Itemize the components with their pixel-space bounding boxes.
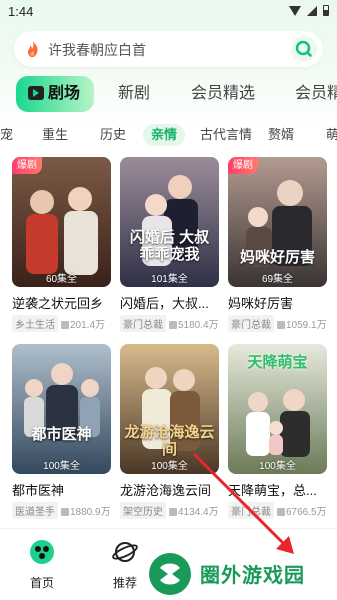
drama-card[interactable]: 都市医神 100集全 都市医神 医道圣手 1880.9万 xyxy=(12,344,111,524)
card-meta: 豪门总裁 5180.4万 xyxy=(120,314,219,332)
tab-label: 会员精 xyxy=(295,85,337,102)
card-meta: 医道圣手 1880.9万 xyxy=(12,501,111,519)
tab-label: 新剧 xyxy=(118,85,151,102)
hot-badge: 爆剧 xyxy=(12,157,42,174)
wifi-icon xyxy=(289,5,301,16)
poster-image[interactable]: 爆剧 60集全 xyxy=(12,157,111,287)
poster-art xyxy=(228,157,327,287)
nav-home[interactable]: 首页 xyxy=(12,539,72,591)
play-icon xyxy=(169,320,177,329)
subcat-item[interactable]: 历史 xyxy=(100,124,126,146)
genre-tag: 医道圣手 xyxy=(12,501,58,519)
poster-text: 闪婚后 大叔乖乖宠我 xyxy=(129,229,210,263)
tab-vip-more[interactable]: 会员精 xyxy=(295,76,337,112)
arrow-annotation xyxy=(192,452,294,554)
play-icon xyxy=(169,507,177,516)
hot-badge: 爆剧 xyxy=(228,157,258,174)
genre-tag: 架空历史 xyxy=(120,501,166,519)
poster-image[interactable]: 闪婚后 大叔乖乖宠我 101集全 xyxy=(120,157,219,287)
tab-label: 剧场 xyxy=(48,85,81,102)
poster-art xyxy=(12,344,111,474)
card-meta: 豪门总裁 1059.1万 xyxy=(228,314,327,332)
watermark-text: 圈外游戏园 xyxy=(200,565,305,587)
tab-theater[interactable]: 剧场 xyxy=(16,76,94,112)
episode-count: 69集全 xyxy=(261,274,294,285)
search-input[interactable]: 许我春朝应白首 xyxy=(48,40,146,60)
view-count: 1059.1万 xyxy=(277,316,327,331)
planet-icon xyxy=(112,542,138,562)
episode-count: 60集全 xyxy=(45,274,78,285)
fire-icon xyxy=(27,40,38,58)
view-count: 1880.9万 xyxy=(61,503,111,518)
watermark-logo-icon xyxy=(149,553,191,595)
search-icon[interactable] xyxy=(291,36,317,62)
subcat-item[interactable]: 宠 xyxy=(0,124,13,146)
drama-card[interactable]: 爆剧 妈咪好厉害 69集全 妈咪好厉害 豪门总裁 1059.1万 xyxy=(228,157,327,337)
subcat-item-active[interactable]: 亲情 xyxy=(143,124,186,146)
status-bar: 1:44 xyxy=(0,0,337,24)
status-icons xyxy=(289,5,329,16)
search-bar[interactable]: 许我春朝应白首 xyxy=(14,31,323,67)
tab-new[interactable]: 新剧 xyxy=(118,76,150,112)
genre-tag: 豪门总裁 xyxy=(120,314,166,332)
subcat-item[interactable]: 赘婿 xyxy=(268,124,294,146)
home-icon xyxy=(30,540,54,564)
episode-count: 100集全 xyxy=(43,461,80,472)
signal-icon xyxy=(307,5,317,16)
tab-vip[interactable]: 会员精选 xyxy=(191,76,255,112)
sub-categories: 宠 重生 历史 亲情 古代言情 赘婿 萌 xyxy=(0,124,337,146)
poster-text: 都市医神 xyxy=(31,426,92,443)
poster-image[interactable]: 爆剧 妈咪好厉害 69集全 xyxy=(228,157,327,287)
drama-card[interactable]: 闪婚后 大叔乖乖宠我 101集全 闪婚后，大叔... 豪门总裁 5180.4万 xyxy=(120,157,219,337)
drama-card[interactable]: 爆剧 60集全 逆袭之状元回乡 乡土生活 201.4万 xyxy=(12,157,111,337)
view-count-value: 1059.1万 xyxy=(286,319,327,331)
view-count-value: 201.4万 xyxy=(70,319,106,331)
view-count: 201.4万 xyxy=(61,316,105,331)
status-time: 1:44 xyxy=(8,4,34,19)
tv-icon xyxy=(28,86,44,100)
card-title[interactable]: 妈咪好厉害 xyxy=(228,293,333,312)
poster-art xyxy=(120,157,219,287)
poster-image[interactable]: 都市医神 100集全 xyxy=(12,344,111,474)
card-meta: 乡土生活 201.4万 xyxy=(12,314,105,332)
poster-art xyxy=(12,157,111,287)
nav-recommend-label: 推荐 xyxy=(112,576,137,590)
subcat-item[interactable]: 萌 xyxy=(326,124,337,146)
poster-text: 妈咪好厉害 xyxy=(239,249,315,266)
episode-count: 101集全 xyxy=(151,274,188,285)
view-count-value: 1880.9万 xyxy=(70,506,111,518)
view-count-value: 5180.4万 xyxy=(178,319,219,331)
nav-recommend[interactable]: 推荐 xyxy=(95,539,155,591)
nav-home-label: 首页 xyxy=(29,576,54,590)
card-title[interactable]: 逆袭之状元回乡 xyxy=(12,293,117,312)
play-icon xyxy=(277,320,285,329)
card-title[interactable]: 闪婚后，大叔... xyxy=(120,293,225,312)
poster-text: 天降萌宝 xyxy=(247,354,308,371)
play-icon xyxy=(61,320,69,329)
tab-label: 会员精选 xyxy=(191,85,256,102)
battery-icon xyxy=(323,5,329,16)
genre-tag: 豪门总裁 xyxy=(228,314,274,332)
genre-tag: 乡土生活 xyxy=(12,314,58,332)
subcat-item[interactable]: 古代言情 xyxy=(200,124,252,146)
play-icon xyxy=(61,507,69,516)
top-tabs: 剧场 新剧 会员精选 会员精 xyxy=(0,76,337,114)
card-title[interactable]: 都市医神 xyxy=(12,480,117,499)
view-count: 5180.4万 xyxy=(169,316,219,331)
subcat-item[interactable]: 重生 xyxy=(42,124,68,146)
